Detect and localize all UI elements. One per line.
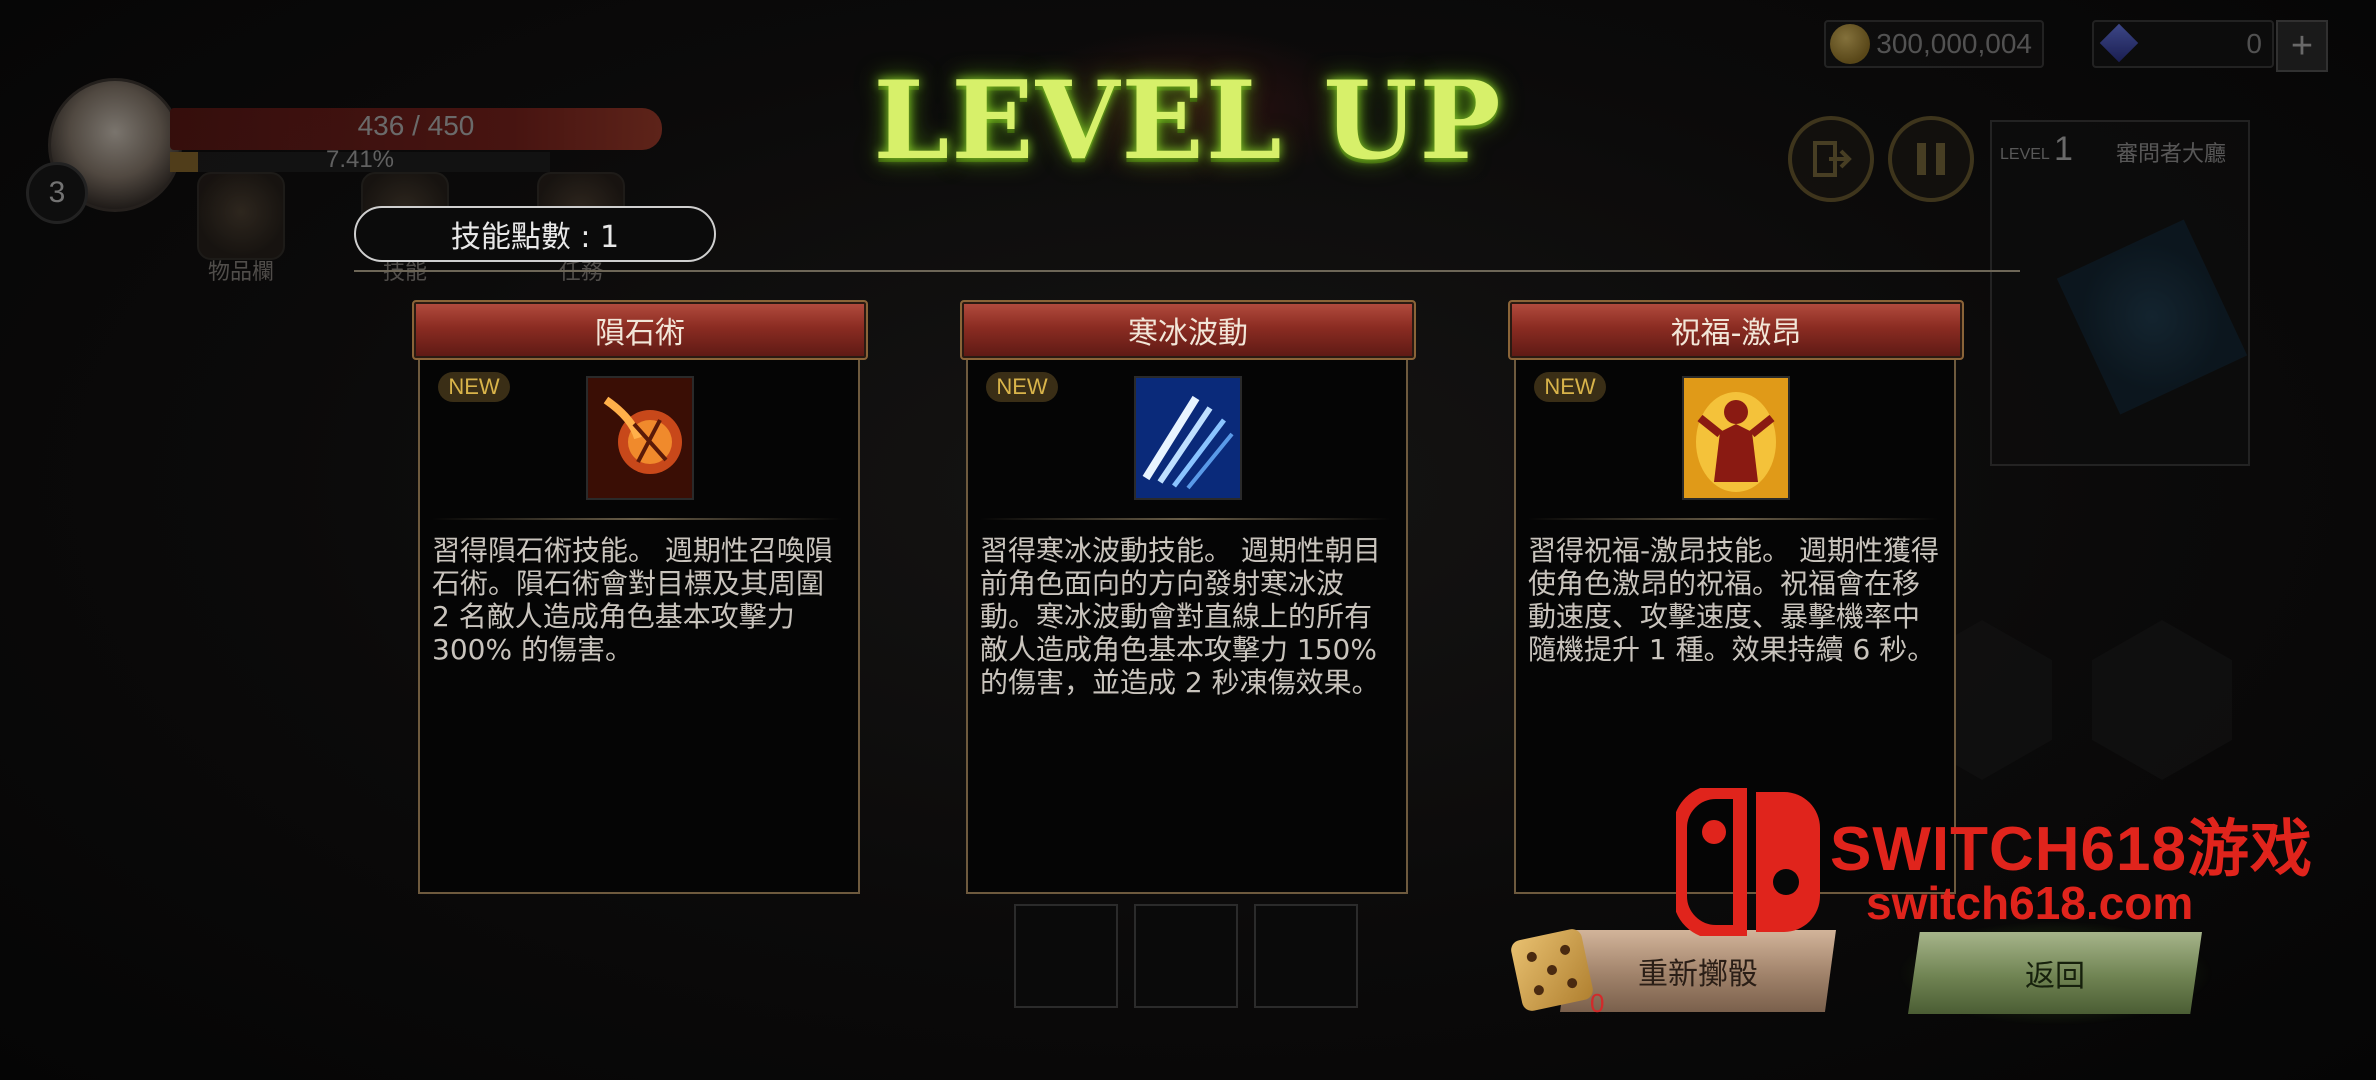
minimap-level-label: LEVEL [2000,146,2050,163]
skill-description: 習得祝福-激昂技能。 週期性獲得使角色激昂的祝福。祝福會在移動速度、攻擊速度、暴… [1528,534,1940,666]
reroll-count: 0 [1590,988,1605,1018]
card-separator [432,518,842,520]
gold-coin-icon [1830,24,1870,64]
new-badge: NEW [1534,372,1606,402]
card-separator [1528,518,1938,520]
gold-display: 300,000,004 [1824,20,2044,68]
hp-text: 436 / 450 [357,110,475,141]
minimap-terrain [2056,219,2248,415]
card-separator [980,518,1390,520]
skill-description: 習得寒冰波動技能。 週期性朝目前角色面向的方向發射寒冰波動。寒冰波動會對直線上的… [980,534,1381,699]
skill-description: 習得隕石術技能。 週期性召喚隕石術。隕石術會對目標及其周圍 2 名敵人造成角色基… [432,534,833,666]
exit-button[interactable] [1788,116,1874,202]
empty-skill-slot [1254,904,1358,1008]
blessing-icon [1682,376,1790,500]
skill-card-meteor[interactable]: 隕石術 NEW 習得隕石術技能。 週期性召喚隕石術。隕石術會對目標及其周圍 2 … [412,300,868,894]
minimap[interactable]: LEVEL 1 審問者大廳 [1990,120,2250,466]
gem-value: 0 [2246,28,2262,59]
player-level-badge: 3 [26,162,88,224]
level-up-title: LEVEL UP [873,58,1503,184]
skill-card-title: 寒冰波動 [960,300,1416,360]
skill-card-title: 祝福-激昂 [1508,300,1964,360]
skill-card-title: 隕石術 [412,300,868,360]
minimap-level-number: 1 [2054,130,2073,168]
pause-button[interactable] [1888,116,1974,202]
empty-skill-slot [1014,904,1118,1008]
menu-inventory[interactable]: 物品欄 [186,172,296,286]
ice-wave-icon [1134,376,1242,500]
exit-icon [1813,141,1852,177]
minimap-area-name: 審問者大廳 [2115,142,2226,167]
watermark-url: switch618.com [1866,877,2194,929]
gold-value: 300,000,004 [1876,28,2032,59]
exp-text: 7.41% [325,146,395,173]
gem-display: 0 [2092,20,2274,68]
back-button[interactable]: 返回 [1908,932,2202,1014]
menu-inventory-label: 物品欄 [207,260,274,285]
pause-icon [1917,143,1945,175]
new-badge: NEW [986,372,1058,402]
dice-icon [1509,927,1595,1013]
backpack-icon [197,172,285,260]
meteor-icon [586,376,694,500]
header-divider [354,270,2020,272]
switch-logo-watermark [1676,788,1820,936]
new-badge: NEW [438,372,510,402]
skill-points-pill: 技能點數 : 1 [354,206,716,262]
empty-skill-slot [1134,904,1238,1008]
gem-icon [2099,23,2139,63]
skill-card-ice-wave[interactable]: 寒冰波動 NEW 習得寒冰波動技能。 週期性朝目前角色面向的方向發射寒冰波動。寒… [960,300,1416,894]
watermark-title: SWITCH618游戏 [1830,815,2313,884]
add-gems-button[interactable]: + [2276,20,2328,72]
